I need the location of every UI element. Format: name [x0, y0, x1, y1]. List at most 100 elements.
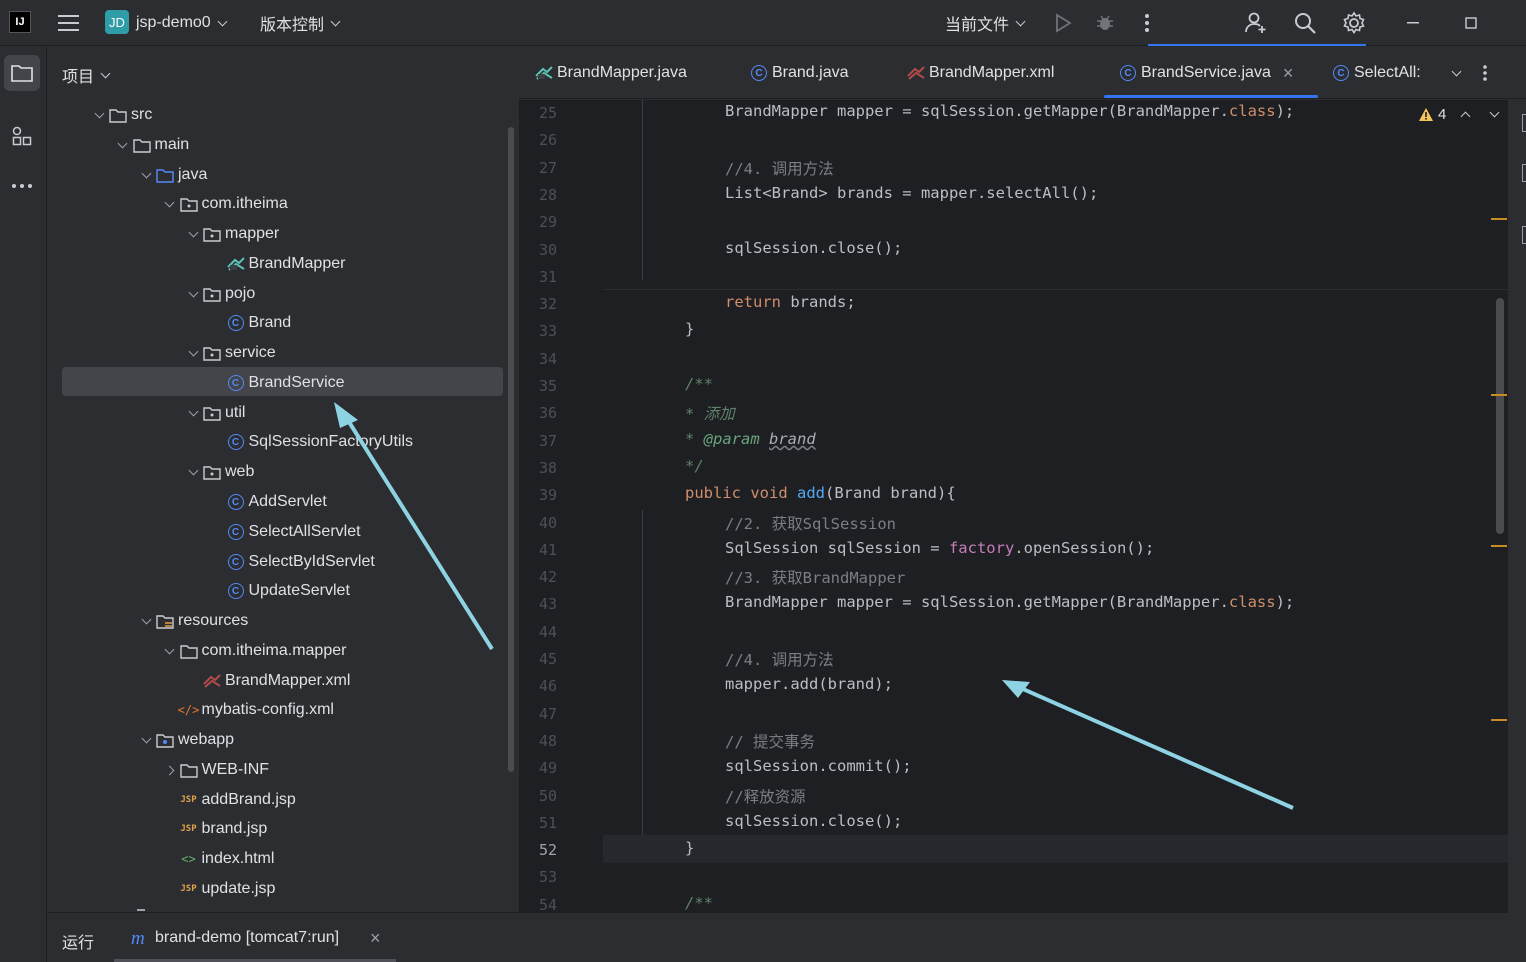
- code-line[interactable]: //3. 获取BrandMapper: [725, 566, 905, 588]
- code-line[interactable]: }: [685, 839, 694, 857]
- code-line[interactable]: return brands;: [725, 293, 856, 311]
- chevron-down-icon[interactable]: [183, 465, 203, 475]
- tree-item-selectbyidservlet[interactable]: C SelectByIdServlet: [207, 548, 375, 576]
- chevron-down-icon[interactable]: [136, 733, 156, 743]
- tree-item-web[interactable]: web: [183, 458, 254, 486]
- code-line[interactable]: */: [685, 457, 704, 475]
- chevron-down-icon[interactable]: [1489, 107, 1500, 118]
- tree-item-update-jsp[interactable]: JSP update.jsp: [160, 875, 275, 903]
- tree-item-java[interactable]: java: [136, 161, 207, 189]
- search-icon[interactable]: [1293, 0, 1317, 46]
- tree-item-sqlsessionfactoryutils[interactable]: C SqlSessionFactoryUtils: [207, 428, 413, 456]
- tab-brandservice-java[interactable]: C BrandService.java ×: [1119, 47, 1293, 99]
- tree-item-brandmapper-xml[interactable]: BrandMapper.xml: [183, 667, 350, 695]
- tab-selectall[interactable]: C SelectAll:: [1332, 47, 1421, 99]
- tree-item-brand[interactable]: C Brand: [207, 309, 291, 337]
- code-line[interactable]: sqlSession.close();: [725, 812, 902, 830]
- code-line[interactable]: List<Brand> brands = mapper.selectAll();: [725, 184, 1098, 202]
- code-line[interactable]: * 添加: [685, 402, 735, 424]
- run-tab-label[interactable]: brand-demo [tomcat7:run]: [155, 929, 339, 947]
- tree-item-pojo[interactable]: pojo: [183, 280, 255, 308]
- tree-item-com-itheima[interactable]: com.itheima: [160, 190, 288, 218]
- tree-item-index-html[interactable]: <> index.html: [160, 845, 274, 873]
- tree-item-addbrand-jsp[interactable]: JSP addBrand.jsp: [160, 786, 295, 814]
- more-tools-button[interactable]: [4, 168, 40, 204]
- code-line[interactable]: //2. 获取SqlSession: [725, 512, 896, 534]
- code-line[interactable]: //4. 调用方法: [725, 157, 834, 179]
- chevron-down-icon[interactable]: [89, 108, 109, 118]
- notifications-icon[interactable]: [1522, 114, 1526, 132]
- chevron-down-icon[interactable]: [183, 227, 203, 237]
- add-user-icon[interactable]: [1244, 0, 1268, 46]
- code-line[interactable]: BrandMapper mapper = sqlSession.getMappe…: [725, 102, 1294, 120]
- run-label[interactable]: 运行: [62, 929, 94, 953]
- tree-item-brandmapper[interactable]: BrandMapper: [207, 250, 345, 278]
- warning-marker[interactable]: [1491, 719, 1507, 721]
- chevron-down-icon[interactable]: [136, 168, 156, 178]
- tab-brandmapper-java[interactable]: BrandMapper.java: [535, 47, 687, 99]
- tabs-more-icon[interactable]: [1482, 47, 1488, 99]
- run-config-selector[interactable]: 当前文件: [945, 0, 1026, 46]
- tree-item-mybatis-config-xml[interactable]: </> mybatis-config.xml: [160, 696, 334, 724]
- project-selector[interactable]: jsp-demo0: [136, 0, 228, 46]
- tabs-dropdown-button[interactable]: [1445, 47, 1462, 99]
- code-line[interactable]: /**: [685, 375, 713, 393]
- tree-item-selectallservlet[interactable]: C SelectAllServlet: [207, 518, 361, 546]
- chevron-down-icon[interactable]: [160, 197, 180, 207]
- project-scrollbar[interactable]: [508, 127, 514, 772]
- warning-marker[interactable]: [1491, 218, 1507, 220]
- editor-scrollbar[interactable]: [1496, 298, 1504, 534]
- vcs-menu[interactable]: 版本控制: [260, 0, 341, 46]
- more-vertical-icon[interactable]: [1144, 0, 1150, 46]
- tree-item-brand-jsp[interactable]: JSP brand.jsp: [160, 815, 267, 843]
- minimize-icon[interactable]: [1384, 0, 1442, 46]
- project-badge[interactable]: JD: [105, 10, 129, 34]
- code-line[interactable]: SqlSession sqlSession = factory.openSess…: [725, 539, 1154, 557]
- project-tool-button[interactable]: [4, 55, 40, 91]
- debug-icon[interactable]: [1095, 0, 1115, 46]
- run-icon[interactable]: [1054, 0, 1072, 46]
- tree-item-webapp[interactable]: webapp: [136, 726, 234, 754]
- project-panel-header[interactable]: 项目: [62, 63, 111, 87]
- tree-item-addservlet[interactable]: C AddServlet: [207, 488, 327, 516]
- tree-item-updateservlet[interactable]: C UpdateServlet: [207, 577, 350, 605]
- close-run-tab-icon[interactable]: ×: [370, 928, 381, 949]
- tree-item-web-inf[interactable]: WEB-INF: [160, 756, 269, 784]
- chevron-down-icon[interactable]: [136, 614, 156, 624]
- tab-brandmapper-xml[interactable]: BrandMapper.xml: [907, 47, 1054, 99]
- code-line[interactable]: BrandMapper mapper = sqlSession.getMappe…: [725, 593, 1294, 611]
- tree-item-service[interactable]: service: [183, 339, 276, 367]
- menu-icon[interactable]: [58, 0, 80, 46]
- tree-item-mapper[interactable]: mapper: [183, 220, 279, 248]
- chevron-down-icon[interactable]: [183, 406, 203, 416]
- chevron-down-icon[interactable]: [183, 287, 203, 297]
- chevron-right-icon[interactable]: [160, 765, 180, 775]
- code-line[interactable]: //4. 调用方法: [725, 648, 834, 670]
- inspection-widget[interactable]: 4: [1418, 106, 1500, 123]
- code-line[interactable]: sqlSession.close();: [725, 239, 902, 257]
- tree-item-com-itheima-mapper[interactable]: com.itheima.mapper: [160, 637, 346, 665]
- code-line[interactable]: * @param brand: [685, 430, 816, 448]
- code-line[interactable]: }: [685, 320, 694, 338]
- warning-marker[interactable]: [1491, 394, 1507, 396]
- tree-item-brandservice[interactable]: C BrandService: [207, 369, 345, 397]
- structure-tool-button[interactable]: [4, 118, 40, 154]
- chevron-up-icon[interactable]: [1460, 111, 1471, 122]
- warning-marker[interactable]: [1491, 545, 1507, 547]
- tab-brand-java[interactable]: C Brand.java: [750, 47, 849, 99]
- close-tab-icon[interactable]: ×: [1283, 63, 1294, 84]
- tree-item-util[interactable]: util: [183, 399, 245, 427]
- code-line[interactable]: //释放资源: [725, 785, 806, 807]
- chevron-down-icon[interactable]: [183, 346, 203, 356]
- tree-item-main[interactable]: main: [113, 131, 189, 159]
- tree-item-src[interactable]: src: [89, 101, 152, 129]
- code-line[interactable]: mapper.add(brand);: [725, 675, 893, 693]
- code-line[interactable]: // 提交事务: [725, 730, 815, 752]
- code-line[interactable]: public void add(Brand brand){: [685, 484, 956, 502]
- maximize-icon[interactable]: [1442, 0, 1500, 46]
- database-icon[interactable]: [1522, 164, 1526, 182]
- chevron-down-icon[interactable]: [160, 644, 180, 654]
- code-line[interactable]: /**: [685, 894, 713, 912]
- maven-icon[interactable]: [1522, 226, 1526, 244]
- chevron-down-icon[interactable]: [113, 138, 133, 148]
